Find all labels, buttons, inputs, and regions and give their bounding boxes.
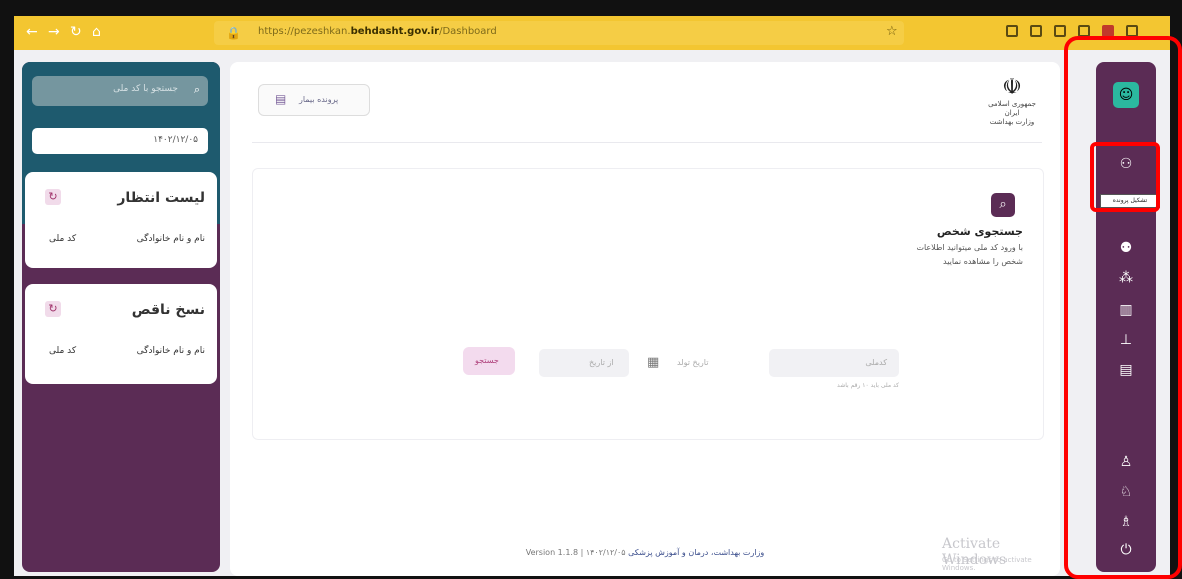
- back-icon[interactable]: ←: [26, 24, 38, 40]
- home-icon[interactable]: ⌂: [92, 24, 101, 40]
- emblem-caption: جمهوری اسلامی ایران: [988, 100, 1036, 117]
- input-placeholder: تاریخ تولد: [677, 358, 709, 367]
- activate-windows-subtitle: Go to Settings to activate Windows.: [942, 556, 1032, 572]
- reload-icon[interactable]: ↻: [70, 24, 82, 40]
- patient-record-button[interactable]: ▤ پرونده بیمار: [258, 84, 370, 116]
- search-description: با ورود کد ملی میتوانید اطلاعات شخص را م…: [916, 243, 1023, 266]
- lock-icon: 🔒: [226, 26, 241, 40]
- footer: Version 1.1.8 | ۱۴۰۲/۱۲/۰۵ وزارت بهداشت،…: [230, 548, 1060, 557]
- calendar-icon: ▦: [647, 355, 660, 370]
- date-field[interactable]: ۱۴۰۲/۱۲/۰۵: [32, 128, 208, 154]
- download-icon[interactable]: [1030, 25, 1042, 37]
- screen-frame: ← → ↻ ⌂ 🔒 https://pezeshkan.behdasht.gov…: [0, 0, 1182, 579]
- search-input[interactable]: جستجو با کد ملی ⌕: [32, 76, 208, 106]
- bookmark-star-icon[interactable]: ☆: [886, 24, 898, 39]
- divider: [252, 142, 1042, 143]
- url-text: https://pezeshkan.behdasht.gov.ir/Dashbo…: [258, 26, 497, 37]
- forward-icon[interactable]: →: [48, 24, 60, 40]
- button-label: جستجو: [475, 356, 499, 365]
- incomplete-prescriptions-card: نسخ ناقص ↻ نام و نام خانوادگی کد ملی: [25, 284, 217, 384]
- input-placeholder: از تاریخ: [589, 358, 614, 367]
- emblem-logo: ☫ جمهوری اسلامی ایران وزارت بهداشت: [982, 76, 1042, 128]
- from-date-input[interactable]: از تاریخ: [539, 349, 629, 377]
- waiting-list-card: لیست انتظار ↻ نام و نام خانوادگی کد ملی: [25, 172, 217, 268]
- birth-date-input[interactable]: ▦ تاریخ تولد: [639, 349, 749, 377]
- search-title: جستجوی شخص: [936, 225, 1023, 238]
- card-title: لیست انتظار: [117, 190, 205, 206]
- version-text: Version 1.1.8 | ۱۴۰۲/۱۲/۰۵: [525, 548, 626, 557]
- library-icon[interactable]: [1054, 25, 1066, 37]
- national-id-input[interactable]: کدملی: [769, 349, 899, 377]
- main-content: ▤ پرونده بیمار ☫ جمهوری اسلامی ایران وزا…: [230, 62, 1060, 576]
- search-icon: ⌕: [991, 193, 1015, 217]
- refresh-icon[interactable]: ↻: [45, 301, 61, 317]
- column-header-name: نام و نام خانوادگی: [136, 234, 205, 244]
- search-button[interactable]: جستجو: [463, 347, 515, 375]
- browser-toolbar: ← → ↻ ⌂ 🔒 https://pezeshkan.behdasht.gov…: [14, 16, 1170, 50]
- document-icon: ▤: [275, 92, 287, 106]
- highlight-box-item: [1090, 142, 1160, 212]
- national-id-hint: کد ملی باید ۱۰ رقم باشد: [837, 382, 899, 389]
- browser-window: ← → ↻ ⌂ 🔒 https://pezeshkan.behdasht.gov…: [14, 16, 1170, 576]
- card-title: نسخ ناقص: [131, 302, 205, 318]
- input-placeholder: کدملی: [865, 358, 887, 367]
- date-value: ۱۴۰۲/۱۲/۰۵: [153, 135, 198, 145]
- column-header-id: کد ملی: [49, 346, 77, 356]
- column-header-name: نام و نام خانوادگی: [136, 346, 205, 356]
- refresh-icon[interactable]: ↻: [45, 189, 61, 205]
- shield-icon[interactable]: [1006, 25, 1018, 37]
- emblem-caption: وزارت بهداشت: [989, 118, 1035, 126]
- search-panel: ⌕ جستجوی شخص با ورود کد ملی میتوانید اطل…: [252, 168, 1044, 440]
- column-header-id: کد ملی: [49, 234, 77, 244]
- search-icon: ⌕: [193, 83, 200, 96]
- ministry-link[interactable]: وزارت بهداشت، درمان و آموزش پزشکی: [628, 548, 764, 557]
- url-bar[interactable]: 🔒 https://pezeshkan.behdasht.gov.ir/Dash…: [214, 21, 904, 45]
- left-panel: جستجو با کد ملی ⌕ ۱۴۰۲/۱۲/۰۵ لیست انتظار…: [22, 62, 220, 572]
- search-placeholder: جستجو با کد ملی: [113, 84, 178, 94]
- emblem-icon: ☫: [1002, 75, 1022, 100]
- highlight-box-sidebar: [1064, 36, 1182, 579]
- button-label: پرونده بیمار: [299, 95, 339, 104]
